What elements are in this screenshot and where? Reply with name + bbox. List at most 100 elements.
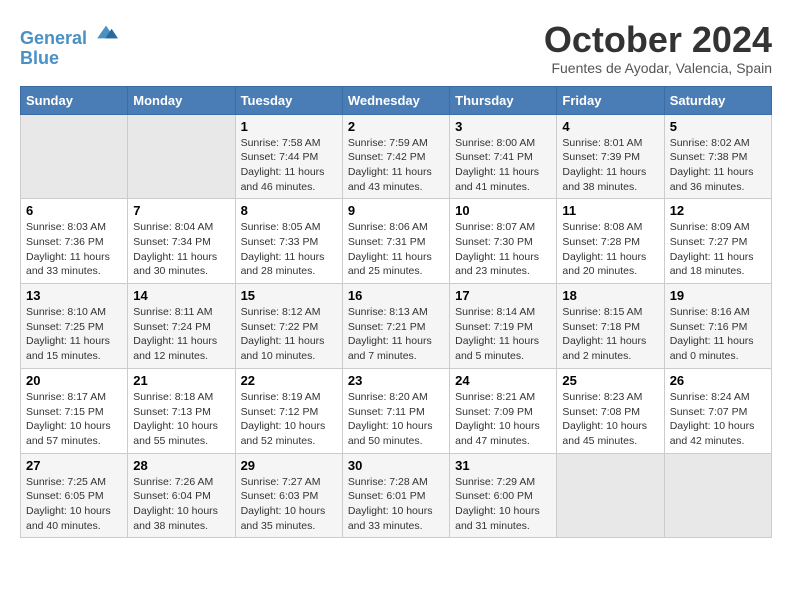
day-info: Sunrise: 7:59 AMSunset: 7:42 PMDaylight:… [348, 136, 444, 195]
day-info: Sunrise: 8:20 AMSunset: 7:11 PMDaylight:… [348, 390, 444, 449]
day-info: Sunrise: 8:21 AMSunset: 7:09 PMDaylight:… [455, 390, 551, 449]
day-info: Sunrise: 7:28 AMSunset: 6:01 PMDaylight:… [348, 475, 444, 534]
calendar-cell: 7 Sunrise: 8:04 AMSunset: 7:34 PMDaylight… [128, 199, 235, 284]
day-info: Sunrise: 8:07 AMSunset: 7:30 PMDaylight:… [455, 220, 551, 279]
calendar-cell: 22Sunrise: 8:19 AMSunset: 7:12 PMDayligh… [235, 368, 342, 453]
day-number: 4 [562, 119, 658, 134]
calendar-cell: 28 Sunrise: 7:26 AMSunset: 6:04 PMDayligh… [128, 453, 235, 538]
day-number: 2 [348, 119, 444, 134]
calendar-cell: 19 Sunrise: 8:16 AMSunset: 7:16 PMDayligh… [664, 284, 771, 369]
day-number: 28 [133, 458, 229, 473]
calendar-cell [557, 453, 664, 538]
day-number: 25 [562, 373, 658, 388]
day-number: 26 [670, 373, 766, 388]
calendar-cell: 3 Sunrise: 8:00 AMSunset: 7:41 PMDaylight… [450, 114, 557, 199]
calendar-cell: 11 Sunrise: 8:08 AMSunset: 7:28 PMDayligh… [557, 199, 664, 284]
day-number: 3 [455, 119, 551, 134]
calendar-cell: 29Sunrise: 7:27 AMSunset: 6:03 PMDayligh… [235, 453, 342, 538]
week-row-3: 13Sunrise: 8:10 AMSunset: 7:25 PMDayligh… [21, 284, 772, 369]
day-info: Sunrise: 8:02 AMSunset: 7:38 PMDaylight:… [670, 136, 766, 195]
calendar-cell [664, 453, 771, 538]
calendar-cell: 10 Sunrise: 8:07 AMSunset: 7:30 PMDayligh… [450, 199, 557, 284]
day-info: Sunrise: 8:05 AMSunset: 7:33 PMDaylight:… [241, 220, 337, 279]
day-number: 11 [562, 203, 658, 218]
day-info: Sunrise: 8:13 AMSunset: 7:21 PMDaylight:… [348, 305, 444, 364]
day-number: 30 [348, 458, 444, 473]
day-number: 17 [455, 288, 551, 303]
location: Fuentes de Ayodar, Valencia, Spain [544, 60, 772, 76]
weekday-header-friday: Friday [557, 86, 664, 114]
day-info: Sunrise: 8:23 AMSunset: 7:08 PMDaylight:… [562, 390, 658, 449]
week-row-5: 27 Sunrise: 7:25 AMSunset: 6:05 PMDayligh… [21, 453, 772, 538]
day-number: 13 [26, 288, 122, 303]
weekday-header-monday: Monday [128, 86, 235, 114]
calendar-cell: 26 Sunrise: 8:24 AMSunset: 7:07 PMDayligh… [664, 368, 771, 453]
week-row-1: 1Sunrise: 7:58 AMSunset: 7:44 PMDaylight… [21, 114, 772, 199]
day-info: Sunrise: 8:14 AMSunset: 7:19 PMDaylight:… [455, 305, 551, 364]
day-info: Sunrise: 8:18 AMSunset: 7:13 PMDaylight:… [133, 390, 229, 449]
day-number: 27 [26, 458, 122, 473]
day-info: Sunrise: 8:04 AMSunset: 7:34 PMDaylight:… [133, 220, 229, 279]
day-info: Sunrise: 8:15 AMSunset: 7:18 PMDaylight:… [562, 305, 658, 364]
week-row-4: 20Sunrise: 8:17 AMSunset: 7:15 PMDayligh… [21, 368, 772, 453]
day-info: Sunrise: 7:29 AMSunset: 6:00 PMDaylight:… [455, 475, 551, 534]
day-number: 7 [133, 203, 229, 218]
day-number: 29 [241, 458, 337, 473]
calendar-cell: 12Sunrise: 8:09 AMSunset: 7:27 PMDayligh… [664, 199, 771, 284]
week-row-2: 6Sunrise: 8:03 AMSunset: 7:36 PMDaylight… [21, 199, 772, 284]
calendar-cell: 14 Sunrise: 8:11 AMSunset: 7:24 PMDayligh… [128, 284, 235, 369]
day-info: Sunrise: 8:19 AMSunset: 7:12 PMDaylight:… [241, 390, 337, 449]
calendar-cell [21, 114, 128, 199]
calendar-cell: 27 Sunrise: 7:25 AMSunset: 6:05 PMDayligh… [21, 453, 128, 538]
day-number: 31 [455, 458, 551, 473]
calendar-cell: 18 Sunrise: 8:15 AMSunset: 7:18 PMDayligh… [557, 284, 664, 369]
calendar-cell: 25 Sunrise: 8:23 AMSunset: 7:08 PMDayligh… [557, 368, 664, 453]
calendar-cell: 31 Sunrise: 7:29 AMSunset: 6:00 PMDayligh… [450, 453, 557, 538]
calendar-table: SundayMondayTuesdayWednesdayThursdayFrid… [20, 86, 772, 539]
day-number: 23 [348, 373, 444, 388]
day-info: Sunrise: 8:17 AMSunset: 7:15 PMDaylight:… [26, 390, 122, 449]
weekday-header-sunday: Sunday [21, 86, 128, 114]
day-info: Sunrise: 8:01 AMSunset: 7:39 PMDaylight:… [562, 136, 658, 195]
calendar-cell: 17 Sunrise: 8:14 AMSunset: 7:19 PMDayligh… [450, 284, 557, 369]
day-number: 8 [241, 203, 337, 218]
weekday-header-tuesday: Tuesday [235, 86, 342, 114]
calendar-cell: 1Sunrise: 7:58 AMSunset: 7:44 PMDaylight… [235, 114, 342, 199]
day-number: 21 [133, 373, 229, 388]
day-info: Sunrise: 8:11 AMSunset: 7:24 PMDaylight:… [133, 305, 229, 364]
month-title: October 2024 [544, 20, 772, 60]
weekday-header-row: SundayMondayTuesdayWednesdayThursdayFrid… [21, 86, 772, 114]
calendar-cell: 24 Sunrise: 8:21 AMSunset: 7:09 PMDayligh… [450, 368, 557, 453]
day-number: 24 [455, 373, 551, 388]
day-info: Sunrise: 8:08 AMSunset: 7:28 PMDaylight:… [562, 220, 658, 279]
day-info: Sunrise: 7:25 AMSunset: 6:05 PMDaylight:… [26, 475, 122, 534]
day-number: 16 [348, 288, 444, 303]
day-number: 14 [133, 288, 229, 303]
day-number: 9 [348, 203, 444, 218]
calendar-cell: 6Sunrise: 8:03 AMSunset: 7:36 PMDaylight… [21, 199, 128, 284]
calendar-cell: 9 Sunrise: 8:06 AMSunset: 7:31 PMDaylight… [342, 199, 449, 284]
day-info: Sunrise: 8:16 AMSunset: 7:16 PMDaylight:… [670, 305, 766, 364]
day-number: 19 [670, 288, 766, 303]
logo: General Blue [20, 20, 118, 69]
day-number: 10 [455, 203, 551, 218]
day-number: 6 [26, 203, 122, 218]
day-info: Sunrise: 8:06 AMSunset: 7:31 PMDaylight:… [348, 220, 444, 279]
page-header: General Blue October 2024 Fuentes de Ayo… [20, 20, 772, 76]
day-info: Sunrise: 7:26 AMSunset: 6:04 PMDaylight:… [133, 475, 229, 534]
weekday-header-thursday: Thursday [450, 86, 557, 114]
day-info: Sunrise: 8:12 AMSunset: 7:22 PMDaylight:… [241, 305, 337, 364]
calendar-cell: 21 Sunrise: 8:18 AMSunset: 7:13 PMDayligh… [128, 368, 235, 453]
calendar-cell: 23 Sunrise: 8:20 AMSunset: 7:11 PMDayligh… [342, 368, 449, 453]
weekday-header-saturday: Saturday [664, 86, 771, 114]
calendar-cell: 30 Sunrise: 7:28 AMSunset: 6:01 PMDayligh… [342, 453, 449, 538]
day-number: 18 [562, 288, 658, 303]
calendar-cell: 4 Sunrise: 8:01 AMSunset: 7:39 PMDaylight… [557, 114, 664, 199]
day-info: Sunrise: 8:24 AMSunset: 7:07 PMDaylight:… [670, 390, 766, 449]
day-number: 15 [241, 288, 337, 303]
calendar-cell: 16 Sunrise: 8:13 AMSunset: 7:21 PMDayligh… [342, 284, 449, 369]
calendar-cell: 5Sunrise: 8:02 AMSunset: 7:38 PMDaylight… [664, 114, 771, 199]
day-info: Sunrise: 8:00 AMSunset: 7:41 PMDaylight:… [455, 136, 551, 195]
day-number: 1 [241, 119, 337, 134]
calendar-cell: 13Sunrise: 8:10 AMSunset: 7:25 PMDayligh… [21, 284, 128, 369]
